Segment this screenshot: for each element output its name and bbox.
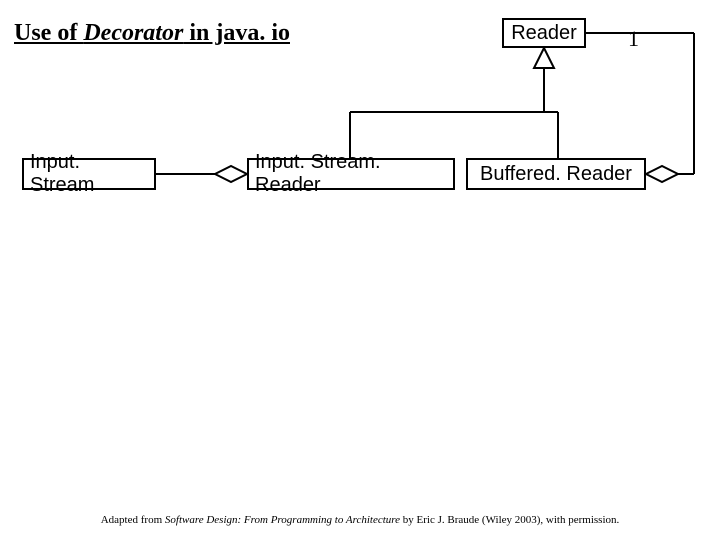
title-suffix: in java. io <box>183 20 290 46</box>
class-label: Input. Stream. Reader <box>255 151 447 197</box>
class-box-inputstream: Input. Stream <box>22 158 156 190</box>
multiplicity-label: 1 <box>628 26 639 52</box>
caption-prefix: Adapted from <box>101 514 165 526</box>
aggregation-diamond-icon <box>646 166 678 182</box>
connectors <box>0 0 720 540</box>
aggregation-diamond-icon <box>215 166 247 182</box>
class-label: Input. Stream <box>30 151 148 197</box>
class-label: Buffered. Reader <box>480 163 632 186</box>
diagram-title: Use of Decorator in java. io <box>14 20 290 47</box>
generalization-arrowhead-icon <box>534 48 554 68</box>
caption-book: Software Design: From Programming to Arc… <box>165 514 400 526</box>
class-box-reader: Reader <box>502 18 586 48</box>
class-label: Reader <box>511 22 577 45</box>
class-box-bufferedreader: Buffered. Reader <box>466 158 646 190</box>
title-prefix: Use of <box>14 20 83 46</box>
source-caption: Adapted from Software Design: From Progr… <box>0 514 720 526</box>
class-box-inputstreamreader: Input. Stream. Reader <box>247 158 455 190</box>
caption-suffix: by Eric J. Braude (Wiley 2003), with per… <box>400 514 619 526</box>
title-keyword: Decorator <box>83 20 183 46</box>
